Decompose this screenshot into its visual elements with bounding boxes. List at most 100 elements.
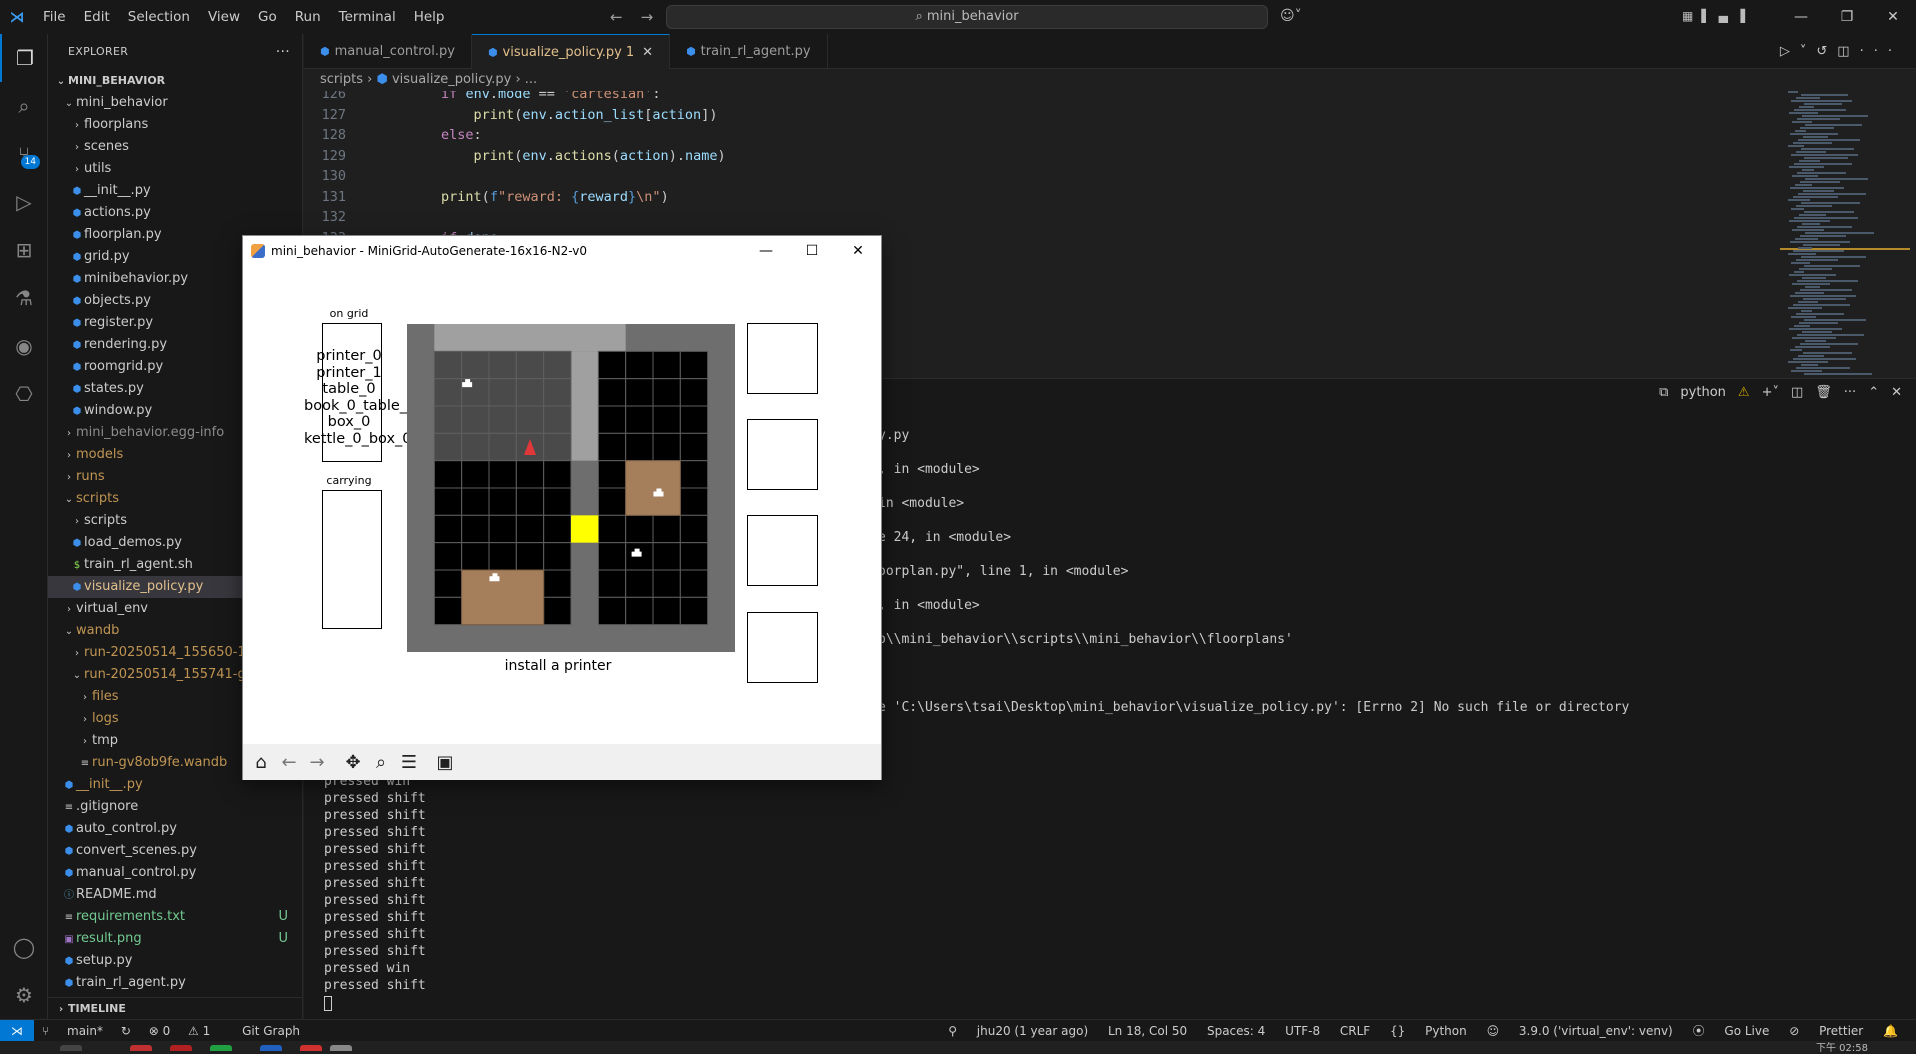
forward-arrow-icon[interactable]: → [303, 752, 331, 773]
pan-icon[interactable]: ✥ [339, 752, 367, 773]
taskbar-app[interactable] [300, 1045, 322, 1051]
minimap[interactable] [1780, 91, 1910, 378]
maximize-panel-icon[interactable]: ⌃ [1868, 385, 1879, 400]
tree-file[interactable]: ≡ .gitignore [48, 796, 302, 818]
account-icon[interactable]: ◯ [0, 923, 48, 971]
taskbar-app[interactable] [60, 1045, 82, 1051]
new-terminal-icon[interactable]: +˅ [1762, 385, 1779, 400]
tree-file[interactable]: ⬢ __init__.py [48, 180, 302, 202]
configure-subplots-icon[interactable]: ☰ [395, 752, 423, 773]
close-panel-icon[interactable]: ✕ [1891, 385, 1902, 400]
tree-folder[interactable]: › floorplans [48, 114, 302, 136]
timeline-section[interactable]: › TIMELINE [48, 997, 302, 1019]
indentation[interactable]: Spaces: 4 [1207, 1024, 1265, 1038]
menu-item-run[interactable]: Run [286, 9, 330, 25]
restore-button[interactable]: ❐ [1824, 0, 1870, 34]
taskbar-app[interactable] [330, 1045, 352, 1051]
more-icon[interactable]: ··· [1844, 385, 1856, 400]
git-graph-button[interactable]: Git Graph [242, 1024, 300, 1038]
run-icon[interactable]: ▷˅ [1780, 44, 1817, 59]
tree-file[interactable]: ▣ result.png U [48, 928, 302, 950]
git-graph-icon[interactable]: ◉ [0, 322, 48, 370]
menu-item-terminal[interactable]: Terminal [330, 9, 405, 25]
terminal-name[interactable]: python [1680, 385, 1725, 400]
trash-icon[interactable]: 🗑 [1815, 385, 1832, 400]
tree-file[interactable]: ⬢ setup.py [48, 950, 302, 972]
encoding[interactable]: UTF-8 [1285, 1024, 1320, 1038]
maximize-button[interactable]: ☐ [789, 236, 835, 266]
go-live-button[interactable]: ⦿ Go Live [1693, 1024, 1770, 1038]
tab-manual_control-py[interactable]: ⬢ manual_control.py [304, 34, 472, 69]
zoom-icon[interactable]: ⌕ [367, 752, 395, 773]
command-center-search[interactable]: ⌕ mini_behavior [666, 5, 1268, 29]
tree-file[interactable]: ⬢ manual_control.py [48, 862, 302, 884]
python-interpreter[interactable]: 3.9.0 ('virtual_env': venv) [1519, 1024, 1673, 1038]
minimize-button[interactable]: — [743, 236, 789, 266]
python-icon[interactable]: ⎔ [0, 370, 48, 418]
menu-item-file[interactable]: File [34, 9, 75, 25]
tab-train_rl_agent-py[interactable]: ⬢ train_rl_agent.py [670, 34, 828, 69]
taskbar-app[interactable] [130, 1045, 152, 1051]
close-button[interactable]: ✕ [1870, 0, 1916, 34]
split-editor-icon[interactable]: ◫ [1837, 44, 1859, 59]
close-button[interactable]: ✕ [835, 236, 881, 266]
tree-file[interactable]: ⬢ convert_scenes.py [48, 840, 302, 862]
timeline-history-icon[interactable]: ↺ [1816, 44, 1837, 59]
save-icon[interactable]: ▣ [431, 752, 459, 773]
taskbar-app[interactable] [260, 1045, 282, 1051]
menu-item-go[interactable]: Go [249, 9, 286, 25]
tree-folder[interactable]: ⌄ mini_behavior [48, 92, 302, 114]
prettier-button[interactable]: ⊘ Prettier [1789, 1024, 1863, 1038]
gear-icon[interactable]: ⚙ [0, 971, 48, 1019]
tree-folder[interactable]: › scenes [48, 136, 302, 158]
cursor-position[interactable]: Ln 18, Col 50 [1108, 1024, 1187, 1038]
home-icon[interactable]: ⌂ [247, 752, 275, 773]
search-icon[interactable]: ⌕ [0, 82, 48, 130]
close-tab-icon[interactable]: ✕ [642, 45, 653, 60]
split-terminal-icon[interactable]: ◫ [1791, 385, 1803, 400]
breadcrumb-symbol[interactable]: ... [525, 72, 537, 87]
toggle-secondary-sidebar-icon[interactable]: ▐ [1736, 9, 1753, 23]
problems-indicator[interactable]: ⊗ 0 ⚠ 1 [149, 1024, 225, 1038]
customize-layout-icon[interactable]: ▦ [1682, 9, 1701, 23]
explorer-root[interactable]: ⌄ MINI_BEHAVIOR [48, 70, 302, 92]
line-ending[interactable]: CRLF [1340, 1024, 1370, 1038]
toggle-sidebar-icon[interactable]: ▌ [1701, 9, 1718, 23]
notifications-icon[interactable]: 🔔 [1883, 1024, 1898, 1038]
remote-icon[interactable]: ⋊ [0, 1020, 34, 1042]
toggle-panel-icon[interactable]: ▄ [1719, 9, 1736, 23]
breadcrumb-folder[interactable]: scripts [320, 72, 363, 87]
tree-folder[interactable]: › utils [48, 158, 302, 180]
menu-item-selection[interactable]: Selection [119, 9, 199, 25]
copilot-status-icon[interactable]: ☺ [1487, 1024, 1500, 1038]
source-control-icon[interactable]: ⑂ 14 [0, 130, 48, 178]
tree-file[interactable]: ⓘ README.md [48, 884, 302, 906]
extensions-icon[interactable]: ⊞ [0, 226, 48, 274]
blame-indicator[interactable]: ⚲ jhu20 (1 year ago) [948, 1024, 1088, 1038]
back-arrow-icon[interactable]: ← [275, 752, 303, 773]
menu-item-edit[interactable]: Edit [75, 9, 119, 25]
back-arrow-icon[interactable]: ← [610, 8, 641, 26]
menu-item-view[interactable]: View [199, 9, 249, 25]
tab-visualize_policy-py[interactable]: ⬢ visualize_policy.py 1 ✕ [471, 34, 671, 69]
run-debug-icon[interactable]: ▷ [0, 178, 48, 226]
taskbar-clock[interactable]: 下午 02:58 [1816, 1039, 1868, 1054]
menu-item-help[interactable]: Help [405, 9, 454, 25]
taskbar-app[interactable] [210, 1045, 232, 1051]
taskbar-app[interactable] [170, 1045, 192, 1051]
more-icon[interactable]: ··· [1860, 44, 1902, 59]
testing-icon[interactable]: ⚗ [0, 274, 48, 322]
editor-actions[interactable]: ▷˅↺◫··· [1780, 34, 1902, 69]
tree-file[interactable]: ⬢ actions.py [48, 202, 302, 224]
layout-controls[interactable]: ▦▌▄▐ [1682, 9, 1753, 23]
nav-arrows[interactable]: ←→ [610, 8, 671, 26]
minimize-button[interactable]: — [1778, 0, 1824, 34]
tree-file[interactable]: ≡ requirements.txt U [48, 906, 302, 928]
more-actions-icon[interactable]: ··· [276, 34, 290, 70]
branch-indicator[interactable]: ⑂ main* ↻ [42, 1024, 131, 1038]
language-mode[interactable]: {} Python [1390, 1024, 1467, 1038]
copilot-icon[interactable]: ☺˅ [1280, 8, 1302, 24]
explorer-icon[interactable]: ❐ [0, 34, 48, 82]
tree-file[interactable]: ⬢ train_rl_agent.py [48, 972, 302, 994]
breadcrumb-file[interactable]: visualize_policy.py [392, 72, 511, 87]
